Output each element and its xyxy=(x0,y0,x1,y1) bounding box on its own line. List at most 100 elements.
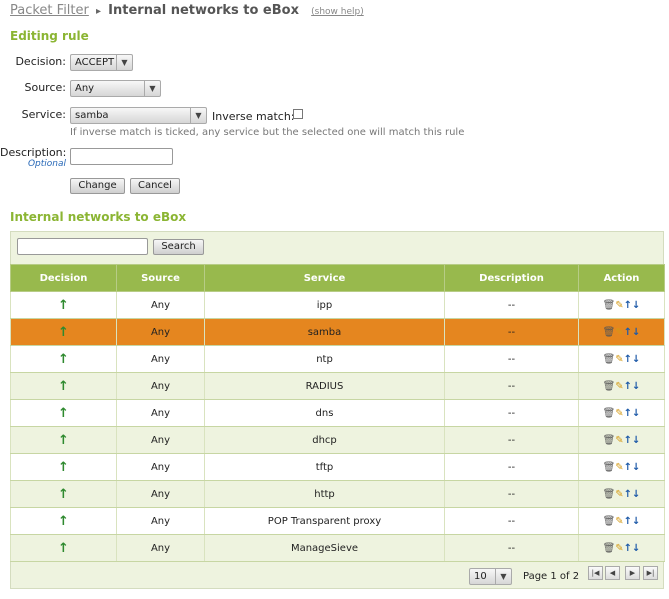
description-cell-text: -- xyxy=(507,461,516,473)
pencil-icon[interactable]: ✎ xyxy=(615,543,623,554)
column-header-action: Action xyxy=(578,264,665,292)
table-row[interactable]: ↑ Any http -- 🗑✎↑↓ xyxy=(10,480,665,508)
arrow-up-icon[interactable]: ↑ xyxy=(624,354,632,365)
arrow-down-icon[interactable]: ↓ xyxy=(632,462,640,473)
source-cell: Any xyxy=(116,399,205,427)
arrow-down-icon[interactable]: ↓ xyxy=(632,435,640,446)
source-cell: Any xyxy=(116,372,205,400)
breadcrumb-packet-filter-link[interactable]: Packet Filter xyxy=(10,3,89,18)
table-row[interactable]: ↑ Any ntp -- 🗑✎↑↓ xyxy=(10,345,665,373)
arrow-down-icon[interactable]: ↓ xyxy=(632,354,640,365)
arrow-down-icon[interactable]: ↓ xyxy=(632,327,640,338)
accept-arrow-icon: ↑ xyxy=(58,378,69,394)
chevron-down-icon: ▼ xyxy=(144,81,160,96)
table-row[interactable]: ↑ Any tftp -- 🗑✎↑↓ xyxy=(10,453,665,481)
action-cell: 🗑✎↑↓ xyxy=(578,291,665,319)
change-button[interactable]: Change xyxy=(70,178,125,194)
column-header-source[interactable]: Source xyxy=(116,264,205,292)
source-cell-text: Any xyxy=(150,488,171,500)
column-header-service[interactable]: Service xyxy=(204,264,445,292)
trash-icon[interactable]: 🗑 xyxy=(603,327,616,338)
description-input[interactable] xyxy=(70,148,173,165)
trash-icon[interactable]: 🗑 xyxy=(603,543,616,554)
arrow-down-icon[interactable]: ↓ xyxy=(632,381,640,392)
trash-icon[interactable]: 🗑 xyxy=(603,354,616,365)
arrow-up-icon[interactable]: ↑ xyxy=(624,543,632,554)
source-cell-text: Any xyxy=(150,461,171,473)
arrow-up-icon[interactable]: ↑ xyxy=(624,516,632,527)
arrow-up-icon[interactable]: ↑ xyxy=(624,435,632,446)
column-header-decision[interactable]: Decision xyxy=(10,264,117,292)
arrow-down-icon[interactable]: ↓ xyxy=(632,489,640,500)
trash-icon[interactable]: 🗑 xyxy=(603,381,616,392)
source-cell: Any xyxy=(116,318,205,346)
search-input[interactable] xyxy=(17,238,148,255)
chevron-down-icon: ▼ xyxy=(495,569,511,584)
table-row[interactable]: ↑ Any dns -- 🗑✎↑↓ xyxy=(10,399,665,427)
accept-arrow-icon: ↑ xyxy=(58,405,69,421)
source-select[interactable]: Any ▼ xyxy=(70,80,161,97)
arrow-down-icon[interactable]: ↓ xyxy=(632,300,640,311)
table-row[interactable]: ↑ Any ManageSieve -- 🗑✎↑↓ xyxy=(10,534,665,562)
search-button[interactable]: Search xyxy=(153,239,204,255)
pencil-icon[interactable]: ✎ xyxy=(615,354,623,365)
pencil-icon[interactable]: ✎ xyxy=(615,381,623,392)
table-row[interactable]: ↑ Any samba -- 🗑✎↑↓ xyxy=(10,318,665,346)
service-cell-text: POP Transparent proxy xyxy=(267,515,382,527)
decision-cell: ↑ xyxy=(10,372,117,400)
pencil-icon[interactable]: ✎ xyxy=(615,435,623,446)
description-cell-text: -- xyxy=(507,407,516,419)
column-header-description[interactable]: Description xyxy=(444,264,579,292)
cancel-button[interactable]: Cancel xyxy=(130,178,180,194)
show-help-link[interactable]: (show help) xyxy=(311,7,364,17)
trash-icon[interactable]: 🗑 xyxy=(603,408,616,419)
table-row[interactable]: ↑ Any dhcp -- 🗑✎↑↓ xyxy=(10,426,665,454)
pencil-icon[interactable]: ✎ xyxy=(615,516,623,527)
description-cell: -- xyxy=(444,318,579,346)
trash-icon[interactable]: 🗑 xyxy=(603,435,616,446)
arrow-up-icon[interactable]: ↑ xyxy=(624,462,632,473)
source-cell-text: Any xyxy=(150,326,171,338)
rules-table: Decision Source Service Description Acti… xyxy=(10,264,665,562)
pencil-icon[interactable]: ✎ xyxy=(615,489,623,500)
service-select-value: samba xyxy=(75,110,109,121)
previous-page-button[interactable]: ◀ xyxy=(605,566,620,580)
pencil-icon[interactable]: ✎ xyxy=(615,408,623,419)
table-row[interactable]: ↑ Any ipp -- 🗑✎↑↓ xyxy=(10,291,665,319)
page-size-select[interactable]: 10 ▼ xyxy=(469,568,512,585)
first-page-button[interactable]: |◀ xyxy=(588,566,603,580)
description-cell-text: -- xyxy=(507,515,516,527)
inverse-match-label: Inverse match: xyxy=(212,110,295,123)
decision-select[interactable]: ACCEPT ▼ xyxy=(70,54,133,71)
arrow-up-icon[interactable]: ↑ xyxy=(624,381,632,392)
table-row[interactable]: ↑ Any RADIUS -- 🗑✎↑↓ xyxy=(10,372,665,400)
service-select[interactable]: samba ▼ xyxy=(70,107,207,124)
trash-icon[interactable]: 🗑 xyxy=(603,489,616,500)
pencil-icon[interactable]: ✎ xyxy=(615,327,623,338)
trash-icon[interactable]: 🗑 xyxy=(603,300,616,311)
table-row[interactable]: ↑ Any POP Transparent proxy -- 🗑✎↑↓ xyxy=(10,507,665,535)
arrow-up-icon[interactable]: ↑ xyxy=(624,489,632,500)
trash-icon[interactable]: 🗑 xyxy=(603,516,616,527)
arrow-up-icon[interactable]: ↑ xyxy=(624,300,632,311)
arrow-down-icon[interactable]: ↓ xyxy=(632,543,640,554)
decision-cell: ↑ xyxy=(10,345,117,373)
next-page-icon: ▶ xyxy=(629,569,636,577)
arrow-up-icon[interactable]: ↑ xyxy=(624,408,632,419)
arrow-down-icon[interactable]: ↓ xyxy=(632,408,640,419)
inverse-match-hint: If inverse match is ticked, any service … xyxy=(70,127,465,138)
last-page-button[interactable]: ▶| xyxy=(643,566,658,580)
description-cell-text: -- xyxy=(507,326,516,338)
service-label: Service: xyxy=(21,108,66,121)
inverse-match-checkbox[interactable] xyxy=(293,109,303,119)
arrow-down-icon[interactable]: ↓ xyxy=(632,516,640,527)
decision-cell: ↑ xyxy=(10,426,117,454)
pencil-icon[interactable]: ✎ xyxy=(615,462,623,473)
breadcrumb: Packet Filter ▸ Internal networks to eBo… xyxy=(10,3,364,18)
description-label: Description: xyxy=(0,146,67,159)
next-page-button[interactable]: ▶ xyxy=(625,566,640,580)
arrow-up-icon[interactable]: ↑ xyxy=(624,327,632,338)
pencil-icon[interactable]: ✎ xyxy=(615,300,623,311)
accept-arrow-icon: ↑ xyxy=(58,540,69,556)
trash-icon[interactable]: 🗑 xyxy=(603,462,616,473)
